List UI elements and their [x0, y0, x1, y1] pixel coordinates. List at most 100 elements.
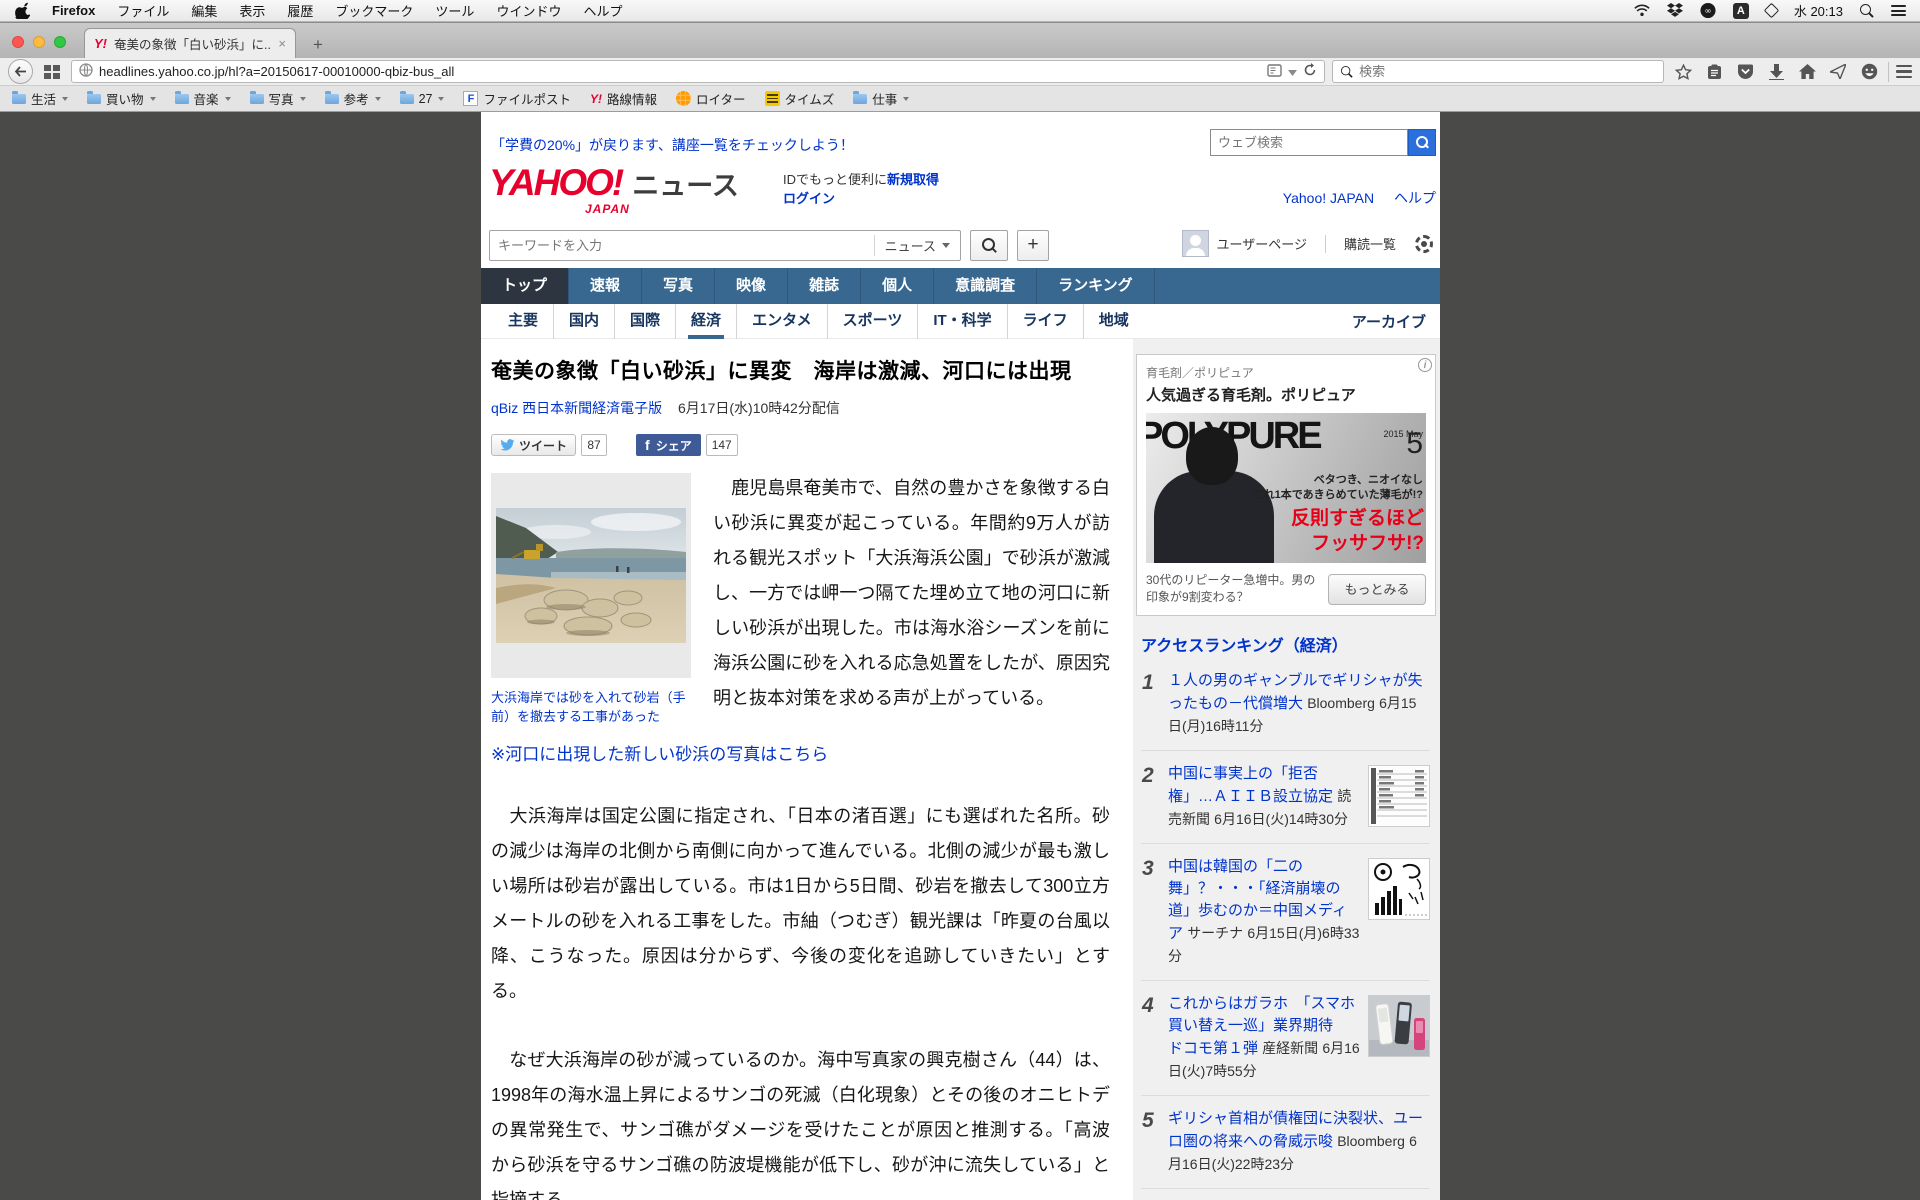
ad-headline[interactable]: 人気過ぎる育毛剤。ポリピュア — [1146, 384, 1426, 405]
spotlight-search-icon[interactable] — [1860, 3, 1874, 18]
web-search-input[interactable] — [1210, 129, 1408, 156]
share-send-icon[interactable] — [1826, 64, 1850, 79]
back-button[interactable] — [8, 59, 33, 84]
article-photo[interactable] — [491, 473, 691, 678]
nav-tab-ranking[interactable]: ランキング — [1037, 268, 1155, 304]
related-photo-link[interactable]: ※河口に出現した新しい砂浜の写真はこちら — [491, 740, 1110, 765]
menu-item-edit[interactable]: 編集 — [191, 1, 217, 20]
keyword-search-box[interactable]: ニュース — [489, 229, 961, 261]
bookmark-folder-work[interactable]: 仕事 — [853, 89, 910, 108]
help-link[interactable]: ヘルプ — [1394, 190, 1436, 206]
ad-info-icon[interactable]: i — [1418, 358, 1432, 372]
url-bar[interactable]: headlines.yahoo.co.jp/hl?a=20150617-0001… — [71, 60, 1325, 83]
ad-image[interactable]: POLYPURE 2015 May 5 ベタつき、ニオイなし これ1本であきらめて… — [1146, 413, 1426, 563]
subscriptions-link[interactable]: 購読一覧 — [1344, 234, 1396, 253]
pocket-icon[interactable] — [1733, 64, 1757, 80]
subnav-economy[interactable]: 経済 — [675, 303, 736, 339]
menu-item-file[interactable]: ファイル — [117, 1, 169, 20]
user-avatar[interactable] — [1181, 230, 1209, 257]
bookmark-folder-photo[interactable]: 写真 — [249, 89, 306, 108]
tab-close-icon[interactable]: × — [278, 36, 286, 51]
menu-item-tools[interactable]: ツール — [435, 1, 474, 20]
menu-item-view[interactable]: 表示 — [239, 1, 265, 20]
url-text[interactable]: headlines.yahoo.co.jp/hl?a=20150617-0001… — [99, 64, 1261, 79]
creative-cloud-icon[interactable]: ∞ — [1700, 2, 1716, 19]
promo-banner-link[interactable]: 「学費の20%」が戻ります、講座一覧をチェックしよう！ — [491, 135, 854, 155]
bookmark-folder-reference[interactable]: 参考 — [324, 89, 381, 108]
add-search-button[interactable]: + — [1017, 229, 1049, 261]
notification-center-icon[interactable] — [1891, 5, 1906, 16]
bookmark-folder-shopping[interactable]: 買い物 — [87, 89, 156, 108]
ranking-thumbnail[interactable] — [1368, 858, 1430, 920]
bookmark-dropdown-icon[interactable] — [1288, 64, 1297, 79]
menu-item-history[interactable]: 履歴 — [287, 1, 313, 20]
bookmark-transit[interactable]: Y! 路線情報 — [590, 89, 657, 108]
ad-hair-growth[interactable]: i 育毛剤／ポリピュア 人気過ぎる育毛剤。ポリピュア POLYPURE 2015… — [1136, 354, 1436, 616]
yahoo-news-logo[interactable]: YAHOO! JAPAN ニュース — [489, 162, 739, 216]
nav-tab-video[interactable]: 映像 — [715, 268, 789, 304]
login-link[interactable]: ログイン — [783, 191, 835, 206]
downloads-icon[interactable] — [1764, 63, 1788, 80]
reading-list-icon[interactable] — [1702, 64, 1726, 80]
dropbox-icon[interactable] — [1666, 3, 1683, 19]
subnav-sports[interactable]: スポーツ — [826, 303, 918, 339]
ad-more-button[interactable]: もっとみる — [1328, 573, 1426, 605]
browser-search-bar[interactable] — [1332, 60, 1664, 83]
bookmark-filepost[interactable]: F ファイルポスト — [463, 89, 571, 108]
nav-tab-magazine[interactable]: 雑誌 — [788, 268, 862, 304]
new-tab-button[interactable]: + — [305, 35, 331, 55]
browser-search-input[interactable] — [1359, 64, 1656, 79]
reader-mode-icon[interactable] — [1267, 63, 1282, 80]
facebook-share-button[interactable]: f シェア — [636, 434, 701, 456]
nav-tab-personal[interactable]: 個人 — [861, 268, 935, 304]
menubar-clock[interactable]: 水 20:13 — [1794, 1, 1843, 20]
bookmark-reuters[interactable]: ロイター — [676, 89, 746, 108]
news-search-button[interactable] — [970, 229, 1008, 261]
ranking-thumbnail[interactable] — [1368, 995, 1430, 1057]
minimize-window-button[interactable] — [33, 36, 45, 48]
menu-item-bookmarks[interactable]: ブックマーク — [335, 1, 413, 20]
bookmark-folder-27[interactable]: 27 — [399, 91, 445, 106]
tweet-button[interactable]: ツイート — [491, 434, 577, 456]
nav-tab-flash[interactable]: 速報 — [569, 268, 643, 304]
nav-tab-top[interactable]: トップ — [481, 268, 570, 304]
menu-hamburger-icon[interactable] — [1896, 64, 1912, 79]
subnav-entertainment[interactable]: エンタメ — [736, 303, 827, 339]
yahoo-japan-link[interactable]: Yahoo! JAPAN — [1283, 190, 1374, 206]
ranking-title[interactable]: アクセスランキング（経済） — [1141, 632, 1430, 656]
subnav-main[interactable]: 主要 — [493, 304, 553, 339]
nav-tab-photo[interactable]: 写真 — [642, 268, 716, 304]
wifi-icon[interactable] — [1634, 3, 1650, 19]
subnav-region[interactable]: 地域 — [1082, 303, 1144, 339]
subnav-it-science[interactable]: IT・科学 — [917, 303, 1006, 339]
web-search-button[interactable] — [1408, 129, 1436, 156]
subnav-life[interactable]: ライフ — [1006, 303, 1083, 339]
keyword-search-input[interactable] — [490, 237, 874, 253]
signup-link[interactable]: 新規取得 — [887, 172, 939, 187]
input-source-icon[interactable]: A — [1732, 2, 1749, 19]
bookmark-folder-life[interactable]: 生活 — [12, 89, 69, 108]
photo-caption[interactable]: 大浜海岸では砂を入れて砂岩（手前）を撤去する工事があった — [491, 688, 691, 726]
archive-link[interactable]: アーカイブ — [1352, 311, 1426, 332]
bookmark-times[interactable]: タイムズ — [764, 89, 834, 108]
subnav-domestic[interactable]: 国内 — [553, 303, 614, 339]
tab-groups-icon[interactable] — [40, 64, 64, 79]
menu-item-help[interactable]: ヘルプ — [583, 1, 622, 20]
close-window-button[interactable] — [12, 36, 24, 48]
ranking-link[interactable]: 中国に事実上の「拒否権」…ＡＩＩＢ設立協定 — [1168, 765, 1333, 805]
ranking-thumbnail[interactable] — [1368, 765, 1430, 827]
bookmark-star-icon[interactable] — [1671, 63, 1695, 80]
menu-item-window[interactable]: ウインドウ — [496, 1, 561, 20]
gear-icon[interactable] — [1414, 234, 1434, 254]
browser-tab[interactable]: Y! 奄美の象徴「白い砂浜」に... × — [84, 28, 296, 58]
messenger-smiley-icon[interactable] — [1857, 63, 1881, 80]
menu-extra-diamond-icon[interactable] — [1763, 2, 1780, 19]
search-scope-dropdown[interactable]: ニュース — [873, 234, 960, 256]
article-source-link[interactable]: qBiz 西日本新聞経済電子版 — [491, 400, 662, 416]
menu-app-name[interactable]: Firefox — [52, 3, 95, 18]
nav-tab-poll[interactable]: 意識調査 — [934, 268, 1038, 304]
apple-menu-icon[interactable] — [14, 2, 30, 19]
zoom-window-button[interactable] — [54, 36, 66, 48]
subnav-world[interactable]: 国際 — [614, 303, 675, 339]
bookmark-folder-music[interactable]: 音楽 — [174, 89, 231, 108]
